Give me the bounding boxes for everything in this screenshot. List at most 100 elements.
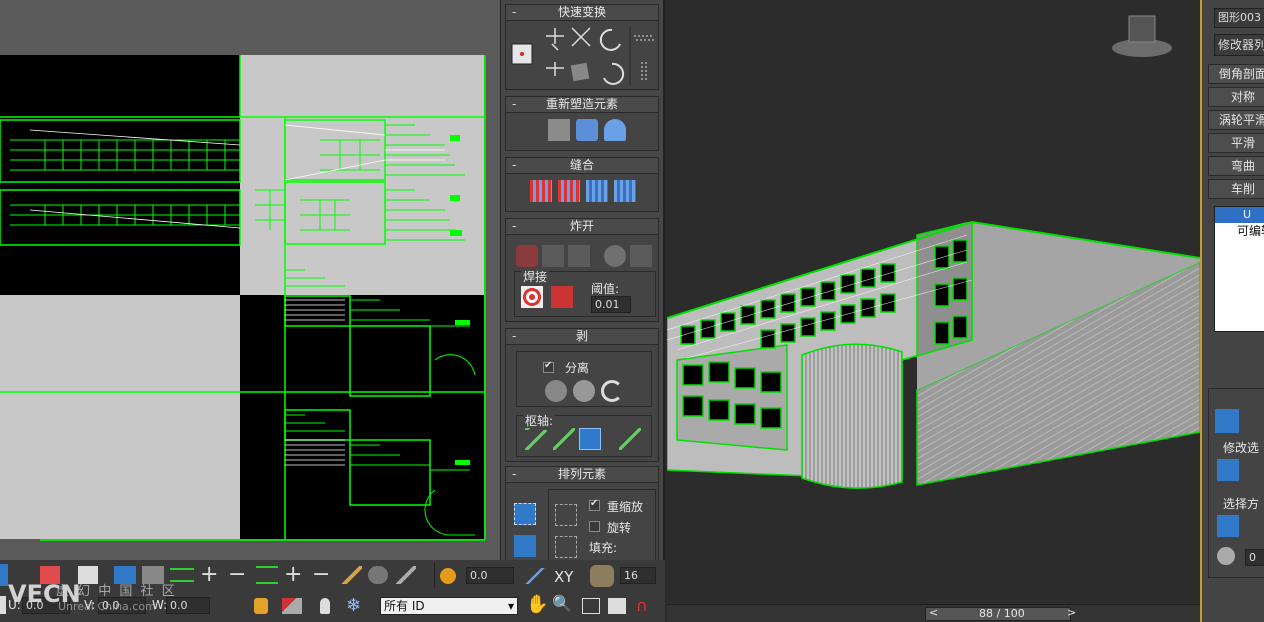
material-id-select[interactable]: 所有 ID ▾ bbox=[380, 597, 518, 615]
grow-selection-icon[interactable] bbox=[1217, 459, 1239, 481]
ring-grow-icon[interactable]: + bbox=[284, 562, 302, 587]
select-by-element-icon[interactable] bbox=[1217, 515, 1239, 537]
grid-size-spinner[interactable]: 16 bbox=[620, 567, 656, 584]
modifier-stack[interactable]: U 可编辑 bbox=[1214, 206, 1264, 332]
modifier-button-smooth[interactable]: 平滑 bbox=[1208, 133, 1264, 153]
detach-checkbox[interactable] bbox=[543, 360, 554, 373]
zoom-extents-icon[interactable] bbox=[608, 598, 626, 614]
pack-normalize-icon[interactable] bbox=[514, 503, 536, 525]
vertex-mode-icon[interactable] bbox=[1215, 409, 1239, 433]
rotate-checkbox[interactable] bbox=[589, 521, 600, 532]
peel-mode-icon[interactable] bbox=[573, 380, 595, 402]
freeze-icon[interactable]: ❄ bbox=[346, 595, 361, 616]
padding-label: 填充: bbox=[589, 541, 618, 555]
stitch-to-average-icon[interactable] bbox=[558, 180, 580, 202]
expand-selection-icon[interactable]: + bbox=[200, 562, 218, 587]
timeline-next[interactable]: > bbox=[1067, 606, 1076, 619]
pack-recursive-icon[interactable] bbox=[555, 536, 577, 558]
rescale-checkbox[interactable] bbox=[589, 498, 600, 511]
collapse-icon[interactable]: - bbox=[512, 158, 516, 173]
zoom-icon[interactable]: 🔍 bbox=[552, 594, 572, 613]
perspective-viewport[interactable] bbox=[666, 0, 1201, 604]
space-vertical-icon bbox=[641, 62, 647, 82]
select-pins-icon[interactable] bbox=[619, 428, 641, 450]
weld-label: 焊接 bbox=[521, 268, 550, 285]
align-vertical-icon bbox=[546, 62, 564, 76]
modifier-button-symmetry[interactable]: 对称 bbox=[1208, 87, 1264, 107]
watermark-url: Unreal China.com bbox=[58, 600, 156, 613]
weld-target-icon[interactable] bbox=[521, 286, 543, 308]
paint-shrink-icon[interactable] bbox=[396, 566, 416, 584]
paint-size-input[interactable]: 0 bbox=[1245, 549, 1264, 566]
soft-falloff-input[interactable]: 0.0 bbox=[466, 567, 514, 584]
modifier-button-turbosmooth[interactable]: 涡轮平滑 bbox=[1208, 110, 1264, 130]
modifier-button-bend[interactable]: 弯曲 bbox=[1208, 156, 1264, 176]
weld-selected-icon[interactable] bbox=[551, 286, 573, 308]
stack-item-editable[interactable]: 可编辑 bbox=[1215, 223, 1264, 239]
contract-selection-icon[interactable]: − bbox=[228, 562, 246, 587]
collapse-icon[interactable]: - bbox=[512, 5, 516, 20]
timeline-prev[interactable]: < bbox=[929, 606, 938, 619]
stitch-to-source-icon[interactable] bbox=[586, 180, 608, 202]
absolute-mode-icon[interactable] bbox=[0, 596, 6, 614]
uv-checker-canvas[interactable] bbox=[0, 0, 500, 560]
straighten-selection-icon[interactable] bbox=[548, 119, 570, 141]
collapse-icon[interactable]: - bbox=[512, 329, 516, 344]
stack-item-unwrap[interactable]: U bbox=[1215, 207, 1264, 223]
flip-icon bbox=[571, 27, 591, 47]
ring-icon[interactable] bbox=[256, 566, 278, 584]
timeline-slider[interactable]: < 88 / 100 > bbox=[667, 604, 1200, 622]
select-mode-icon[interactable] bbox=[0, 564, 8, 586]
timeline-frame: 88 / 100 bbox=[979, 607, 1025, 620]
unwrap-rollout-panel: - 快速变换 - 重新塑造元素 - 缝合 - 炸开 焊接 阈值: 0.01 - … bbox=[500, 0, 665, 560]
reshape-elements-section: - 重新塑造元素 bbox=[505, 96, 659, 151]
stitch-to-target-icon[interactable] bbox=[530, 180, 552, 202]
pack-together-icon[interactable] bbox=[514, 535, 536, 557]
falloff-curve-icon[interactable] bbox=[524, 568, 546, 584]
flatten-icon[interactable] bbox=[542, 245, 564, 267]
filter-selected-icon[interactable] bbox=[282, 598, 302, 614]
pin-edges-icon[interactable] bbox=[579, 428, 601, 450]
detach-edge-icon[interactable] bbox=[630, 245, 652, 267]
threshold-label: 阈值: bbox=[591, 282, 620, 296]
sphere-icon[interactable] bbox=[604, 245, 626, 267]
space-horizontal-icon bbox=[634, 35, 654, 41]
relax-icon[interactable] bbox=[576, 119, 598, 141]
lock-icon[interactable] bbox=[254, 598, 268, 614]
soft-selection-icon[interactable] bbox=[440, 568, 456, 584]
collapse-icon[interactable]: - bbox=[512, 219, 516, 234]
pivot-label: 枢轴: bbox=[523, 412, 556, 429]
collapse-icon[interactable]: - bbox=[512, 467, 516, 482]
material-id-value: 所有 ID bbox=[384, 599, 425, 613]
w-coord-input[interactable]: 0.0 bbox=[166, 597, 210, 614]
zoom-region-icon[interactable] bbox=[582, 598, 600, 614]
modifier-button-bevel-profile[interactable]: 倒角剖面 bbox=[1208, 64, 1264, 84]
stitch-section: - 缝合 bbox=[505, 157, 659, 212]
paint-icon[interactable] bbox=[1217, 547, 1235, 565]
uv-editor-viewport[interactable] bbox=[0, 0, 500, 560]
texture-display-icon[interactable] bbox=[590, 565, 614, 587]
stitch-custom-icon[interactable] bbox=[614, 180, 636, 202]
collapse-icon[interactable]: - bbox=[512, 97, 516, 112]
ring-shrink-icon[interactable]: − bbox=[312, 562, 330, 587]
paint-select-icon[interactable] bbox=[342, 566, 362, 584]
modifier-button-lathe[interactable]: 车削 bbox=[1208, 179, 1264, 199]
pin-icon[interactable] bbox=[525, 428, 547, 450]
paint-grow-icon[interactable] bbox=[368, 566, 388, 584]
hide-icon[interactable] bbox=[320, 598, 330, 614]
threshold-input[interactable]: 0.01 bbox=[591, 296, 631, 313]
object-name-input[interactable]: 图形003 bbox=[1214, 8, 1264, 28]
select-method-label: 选择方 bbox=[1223, 497, 1260, 511]
pack-custom-icon[interactable] bbox=[555, 504, 577, 526]
snap-icon[interactable]: ∩ bbox=[636, 596, 648, 615]
quick-peel-icon[interactable] bbox=[545, 380, 567, 402]
break-icon[interactable] bbox=[516, 245, 538, 267]
pan-icon[interactable]: ✋ bbox=[526, 594, 548, 615]
relax-until-flat-icon[interactable] bbox=[604, 119, 626, 141]
unpin-icon[interactable] bbox=[553, 428, 575, 450]
split-icon[interactable] bbox=[568, 245, 590, 267]
peel-section: - 剥 分离 枢轴: bbox=[505, 328, 659, 462]
reset-peel-icon[interactable] bbox=[601, 380, 623, 402]
xy-axis-label[interactable]: XY bbox=[554, 568, 573, 586]
modifier-list-select[interactable]: 修改器列 bbox=[1214, 34, 1264, 56]
